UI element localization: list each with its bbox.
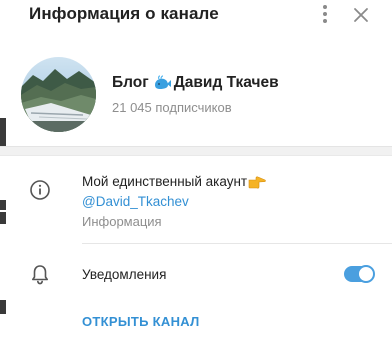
channel-name-suffix: Давид Ткачев <box>173 74 279 91</box>
channel-name-prefix: Блог <box>112 74 149 91</box>
channel-avatar[interactable] <box>21 57 96 132</box>
whale-icon <box>153 75 172 91</box>
channel-description: Мой единственный акаунт <box>82 174 266 189</box>
panel-header: Информация о канале <box>0 0 392 32</box>
channel-description-text: Мой единственный акаунт <box>82 174 248 189</box>
bell-icon <box>31 264 49 285</box>
close-icon[interactable] <box>350 4 372 26</box>
channel-profile: Блог Давид Ткачев 21 045 подписчиков <box>0 50 392 136</box>
open-channel-button[interactable]: ОТКРЫТЬ КАНАЛ <box>82 314 200 329</box>
description-caption: Информация <box>82 214 162 229</box>
pointing-hand-icon <box>248 175 266 189</box>
notifications-toggle[interactable] <box>344 265 375 283</box>
channel-info-panel: Информация о канале Блог Давид Ткачев 21… <box>0 0 392 343</box>
section-separator <box>0 146 392 156</box>
channel-username-link[interactable]: @David_Tkachev <box>82 194 189 209</box>
notifications-label: Уведомления <box>82 267 167 282</box>
more-vertical-icon[interactable] <box>316 3 334 25</box>
row-divider <box>82 243 392 244</box>
subscriber-count: 21 045 подписчиков <box>112 100 232 115</box>
panel-title: Информация о канале <box>29 4 219 23</box>
toggle-knob <box>357 265 375 283</box>
channel-name: Блог Давид Ткачев <box>112 74 279 92</box>
info-icon <box>29 179 51 201</box>
